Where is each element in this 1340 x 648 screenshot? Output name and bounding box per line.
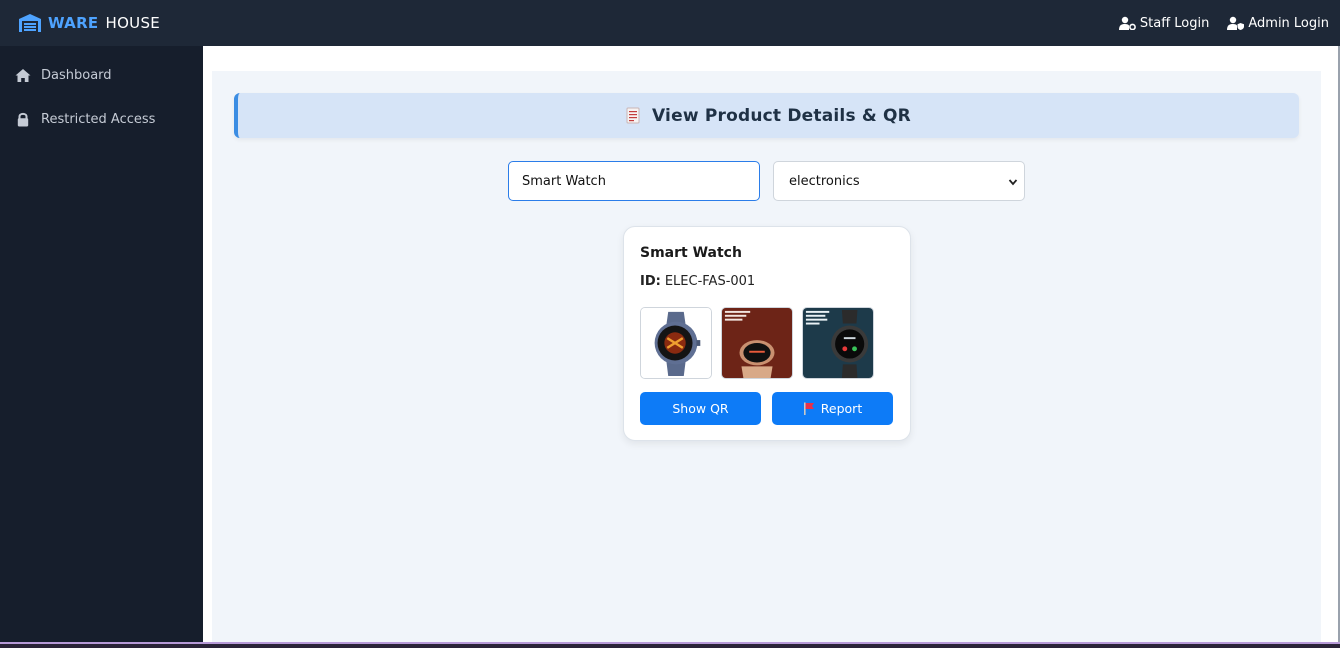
admin-login-label: Admin Login [1248,15,1329,31]
watch-image-1 [641,308,711,378]
top-navbar: WARE HOUSE Staff Login Admin Login [0,0,1340,46]
product-name: Smart Watch [640,245,742,261]
page-header: View Product Details & QR [234,93,1299,138]
search-input[interactable] [508,161,760,201]
user-shield-icon [1227,16,1245,30]
page-title: View Product Details & QR [652,105,911,126]
brand-house-text: HOUSE [105,14,161,32]
sidebar-item-restricted-access[interactable]: Restricted Access [0,97,203,141]
report-label: Report [820,401,863,416]
chevron-down-icon [1008,179,1018,186]
product-card: Smart Watch ID: ELEC-FAS-001 Show QR Rep… [623,226,911,441]
staff-login-label: Staff Login [1139,15,1210,31]
product-thumbnail[interactable] [721,307,793,379]
home-icon [15,68,31,82]
bottom-edge [0,642,1340,648]
staff-login-link[interactable]: Staff Login [1118,15,1210,31]
warehouse-icon [19,14,41,32]
brand-ware-text: WARE [48,14,99,32]
top-links: Staff Login Admin Login [1101,0,1329,46]
product-thumbnail[interactable] [802,307,874,379]
sidebar-item-label: Restricted Access [41,111,156,127]
product-id-value: ELEC-FAS-001 [664,274,756,289]
main-content: View Product Details & QR electronics Sm… [212,71,1321,642]
admin-login-link[interactable]: Admin Login [1227,16,1329,31]
show-qr-button[interactable]: Show QR [640,392,761,425]
category-select[interactable]: electronics [773,161,1025,201]
category-selected-value: electronics [789,173,860,189]
sidebar-item-label: Dashboard [41,67,112,83]
sidebar-item-dashboard[interactable]: Dashboard [0,53,203,97]
product-thumbnail[interactable] [640,307,712,379]
user-gear-icon [1118,16,1136,30]
flag-icon [803,402,814,415]
document-icon [626,107,640,124]
brand-logo[interactable]: WARE HOUSE [18,13,160,33]
sidebar: Dashboard Restricted Access [0,46,203,642]
watch-image-2 [722,308,792,378]
lock-icon [17,112,29,126]
report-button[interactable]: Report [772,392,893,425]
product-id-label: ID: [640,274,661,289]
show-qr-label: Show QR [672,401,729,416]
product-id: ID: ELEC-FAS-001 [640,274,755,289]
watch-image-3 [803,308,873,378]
product-images [640,307,883,379]
